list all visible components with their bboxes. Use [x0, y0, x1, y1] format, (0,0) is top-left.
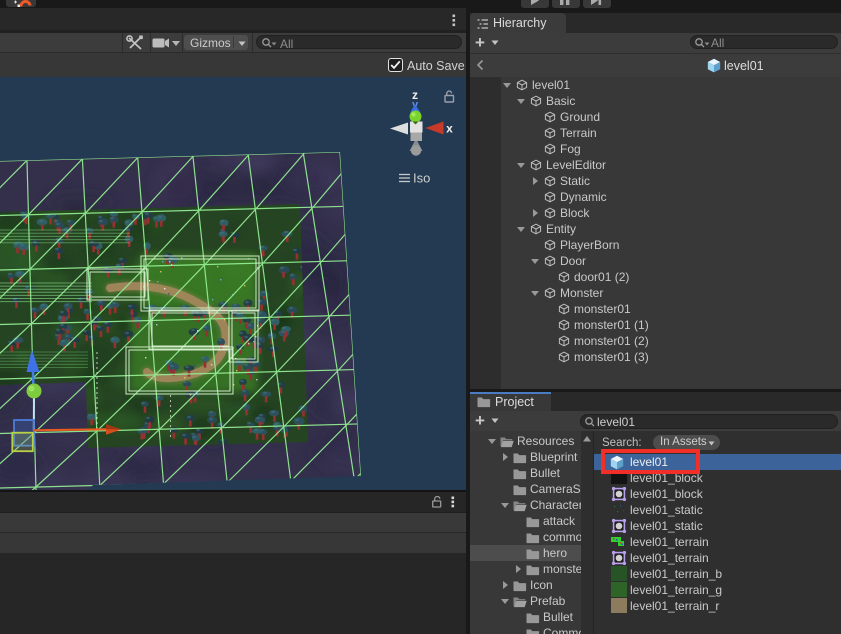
- svg-text:x: x: [446, 122, 453, 136]
- svg-text:Iso: Iso: [413, 171, 430, 186]
